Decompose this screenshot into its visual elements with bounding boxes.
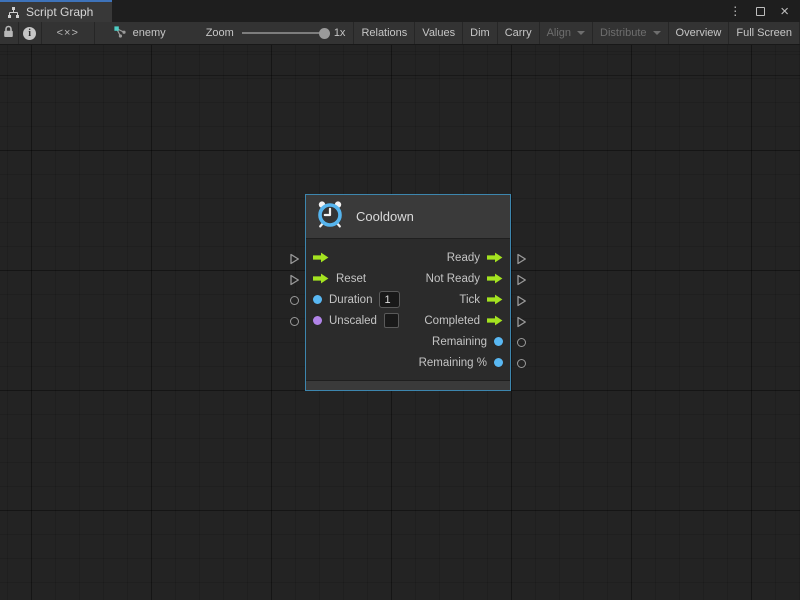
trigger-arrow-icon bbox=[487, 273, 503, 284]
toolbar-button-carry[interactable]: Carry bbox=[498, 22, 540, 44]
toolbar-button-overview[interactable]: Overview bbox=[669, 22, 730, 44]
port-row: Remaining bbox=[306, 331, 510, 352]
value-port-dot bbox=[494, 358, 503, 367]
toolbar-button-relations[interactable]: Relations bbox=[353, 22, 415, 44]
zoom-label: Zoom bbox=[206, 27, 234, 39]
port-label: Ready bbox=[447, 252, 480, 264]
info-icon: i bbox=[23, 27, 36, 40]
breadcrumb[interactable]: enemy bbox=[95, 22, 180, 44]
unscaled-checkbox[interactable] bbox=[384, 313, 399, 328]
input-port-unscaled[interactable]: Unscaled bbox=[313, 313, 399, 328]
value-port-dot bbox=[313, 295, 322, 304]
output-port-remaining[interactable]: Remaining bbox=[432, 336, 503, 348]
angle-x-button[interactable]: <×> bbox=[42, 22, 95, 44]
breadcrumb-label: enemy bbox=[133, 27, 166, 39]
port-label: Completed bbox=[424, 315, 480, 327]
title-bar: Script Graph ⋮ × bbox=[0, 0, 800, 22]
value-connector-icon[interactable] bbox=[515, 353, 527, 374]
cooldown-node[interactable]: Cooldown Ready Reset Not Ready Duration 1 Tic… bbox=[305, 194, 511, 391]
toolbar-button-align[interactable]: Align bbox=[540, 22, 593, 44]
port-label: Unscaled bbox=[329, 315, 377, 327]
toolbar-button-label: Align bbox=[547, 27, 571, 39]
value-port-dot bbox=[494, 337, 503, 346]
toolbar-button-label: Carry bbox=[505, 27, 532, 39]
toolbar-buttons: Relations Values Dim Carry Align Distribute Ov… bbox=[353, 22, 800, 44]
info-button[interactable]: i bbox=[19, 22, 42, 44]
port-row: Ready bbox=[306, 247, 510, 268]
toolbar-button-label: Values bbox=[422, 27, 455, 39]
graph-canvas[interactable]: Cooldown Ready Reset Not Ready Duration 1 Tic… bbox=[0, 45, 800, 600]
toolbar-button-values[interactable]: Values bbox=[415, 22, 463, 44]
graph-toolbar: i <×> enemy Zoom 1x Relations Values Dim Ca… bbox=[0, 22, 800, 45]
value-connector-icon[interactable] bbox=[515, 332, 527, 353]
toolbar-button-full-screen[interactable]: Full Screen bbox=[729, 22, 800, 44]
input-connectors bbox=[288, 248, 300, 332]
zoom-control: Zoom 1x bbox=[180, 22, 354, 44]
zoom-slider-handle[interactable] bbox=[319, 28, 330, 39]
trigger-connector-icon[interactable] bbox=[288, 248, 300, 269]
value-connector-icon[interactable] bbox=[288, 311, 300, 332]
node-header[interactable]: Cooldown bbox=[306, 195, 510, 239]
trigger-connector-icon[interactable] bbox=[515, 248, 527, 269]
port-label: Remaining bbox=[432, 336, 487, 348]
node-ports: Ready Reset Not Ready Duration 1 Tick Unscaled… bbox=[306, 239, 510, 380]
port-label: Remaining % bbox=[419, 357, 487, 369]
node-title: Cooldown bbox=[356, 209, 414, 224]
port-row: Reset Not Ready bbox=[306, 268, 510, 289]
port-row: Duration 1 Tick bbox=[306, 289, 510, 310]
output-port-tick[interactable]: Tick bbox=[459, 294, 503, 306]
angle-x-icon: <×> bbox=[57, 27, 79, 39]
zoom-slider[interactable] bbox=[242, 32, 326, 34]
toolbar-button-label: Full Screen bbox=[736, 27, 792, 39]
output-port-not-ready[interactable]: Not Ready bbox=[426, 273, 503, 285]
value-connector-icon[interactable] bbox=[288, 290, 300, 311]
port-label: Reset bbox=[336, 273, 366, 285]
script-graph-icon bbox=[7, 6, 20, 19]
toolbar-button-label: Overview bbox=[676, 27, 722, 39]
chevron-down-icon bbox=[653, 31, 661, 35]
output-port-ready[interactable]: Ready bbox=[447, 252, 503, 264]
port-label: Duration bbox=[329, 294, 372, 306]
toolbar-button-distribute[interactable]: Distribute bbox=[593, 22, 668, 44]
toolbar-button-label: Distribute bbox=[600, 27, 646, 39]
output-connectors bbox=[515, 248, 527, 374]
toolbar-button-dim[interactable]: Dim bbox=[463, 22, 498, 44]
kebab-menu-icon[interactable]: ⋮ bbox=[729, 5, 741, 17]
trigger-connector-icon[interactable] bbox=[288, 269, 300, 290]
trigger-connector-icon[interactable] bbox=[515, 311, 527, 332]
input-port-reset[interactable]: Reset bbox=[313, 273, 366, 285]
node-footer bbox=[306, 380, 510, 390]
graph-node-icon bbox=[113, 25, 127, 42]
trigger-arrow-icon bbox=[487, 315, 503, 326]
value-port-dot bbox=[313, 316, 322, 325]
trigger-connector-icon[interactable] bbox=[515, 290, 527, 311]
toolbar-button-label: Relations bbox=[361, 27, 407, 39]
duration-input[interactable]: 1 bbox=[379, 291, 400, 308]
maximize-icon[interactable] bbox=[756, 7, 765, 16]
input-port-duration[interactable]: Duration 1 bbox=[313, 291, 400, 308]
toolbar-button-label: Dim bbox=[470, 27, 490, 39]
tab-title: Script Graph bbox=[26, 5, 93, 19]
port-row: Remaining % bbox=[306, 352, 510, 373]
alarm-clock-icon bbox=[315, 199, 345, 234]
output-port-completed[interactable]: Completed bbox=[424, 315, 503, 327]
port-label: Tick bbox=[459, 294, 480, 306]
output-port-remaining[interactable]: Remaining % bbox=[419, 357, 503, 369]
lock-button[interactable] bbox=[0, 22, 19, 44]
trigger-arrow-icon bbox=[487, 294, 503, 305]
node-box[interactable]: Cooldown Ready Reset Not Ready Duration 1 Tic… bbox=[305, 194, 511, 391]
close-icon[interactable]: × bbox=[780, 4, 789, 19]
input-port-port[interactable] bbox=[313, 252, 329, 263]
trigger-arrow-icon bbox=[313, 252, 329, 263]
port-row: Unscaled Completed bbox=[306, 310, 510, 331]
tab-script-graph[interactable]: Script Graph bbox=[0, 0, 112, 22]
port-label: Not Ready bbox=[426, 273, 480, 285]
trigger-arrow-icon bbox=[313, 273, 329, 284]
window-controls: ⋮ × bbox=[729, 0, 800, 22]
trigger-connector-icon[interactable] bbox=[515, 269, 527, 290]
chevron-down-icon bbox=[577, 31, 585, 35]
trigger-arrow-icon bbox=[487, 252, 503, 263]
zoom-value: 1x bbox=[334, 27, 346, 39]
lock-icon bbox=[3, 25, 14, 41]
